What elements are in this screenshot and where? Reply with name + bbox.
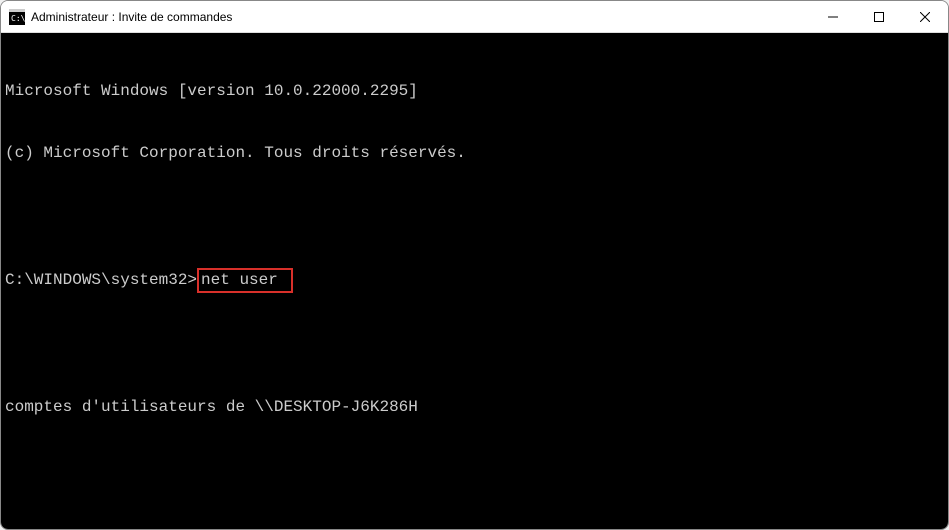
minimize-button[interactable] — [810, 1, 856, 32]
accounts-header: comptes d'utilisateurs de \\DESKTOP-J6K2… — [5, 397, 944, 418]
prompt-path: C:\WINDOWS\system32> — [5, 271, 197, 289]
command-1-highlight: net user — [197, 268, 293, 293]
cmd-window: C:\ Administrateur : Invite de commandes… — [0, 0, 949, 530]
titlebar[interactable]: C:\ Administrateur : Invite de commandes — [1, 1, 948, 33]
close-button[interactable] — [902, 1, 948, 32]
maximize-button[interactable] — [856, 1, 902, 32]
blank-line — [5, 459, 944, 480]
prompt-line-1: C:\WINDOWS\system32>net user — [5, 268, 944, 293]
window-controls — [810, 1, 948, 32]
blank-line — [5, 334, 944, 355]
window-title: Administrateur : Invite de commandes — [31, 10, 232, 24]
blank-line — [5, 205, 944, 226]
version-line: Microsoft Windows [version 10.0.22000.22… — [5, 81, 944, 102]
svg-text:C:\: C:\ — [11, 14, 25, 23]
terminal-area[interactable]: Microsoft Windows [version 10.0.22000.22… — [1, 33, 948, 529]
cmd-icon: C:\ — [9, 9, 25, 25]
divider-line: ----------------------------------------… — [5, 521, 944, 529]
copyright-line: (c) Microsoft Corporation. Tous droits r… — [5, 143, 944, 164]
